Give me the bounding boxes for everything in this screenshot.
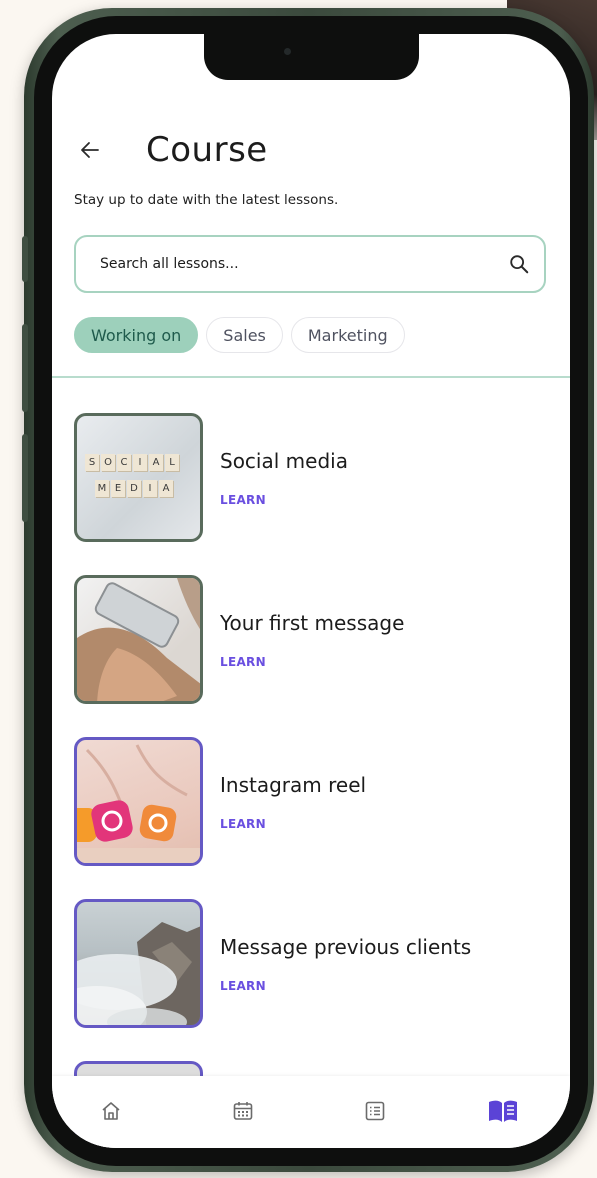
lesson-title: Message previous clients (220, 935, 472, 959)
header: Course (78, 130, 268, 170)
lesson-title: Your first message (220, 611, 405, 635)
thumbnail-tiles: M E D I A (95, 480, 175, 497)
chip-sales[interactable]: Sales (206, 317, 283, 353)
tile: C (117, 454, 131, 471)
search-placeholder: Search all lessons... (100, 256, 239, 272)
lesson-thumbnail (74, 575, 203, 704)
app-screen: Course Stay up to date with the latest l… (52, 34, 570, 1148)
notch (204, 34, 419, 80)
lesson-item[interactable]: Instagram reel LEARN (74, 737, 554, 899)
page-subtitle: Stay up to date with the latest lessons. (74, 192, 339, 208)
lesson-item[interactable]: Your first message LEARN (74, 575, 554, 737)
chip-marketing[interactable]: Marketing (290, 317, 405, 353)
phone-hands-image (77, 578, 200, 701)
lesson-thumbnail (74, 737, 203, 866)
lesson-item[interactable]: S O C I A L M E D I A Social media LEARN (74, 413, 554, 575)
page-title: Course (146, 130, 268, 170)
home-icon (102, 1102, 120, 1120)
tab-courses[interactable] (488, 1096, 518, 1126)
tile: M (95, 480, 109, 497)
phone-side-button (22, 434, 28, 522)
learn-link[interactable]: LEARN (220, 979, 266, 993)
lesson-title: Social media (220, 449, 348, 473)
phone-side-button (22, 324, 28, 412)
tab-home[interactable] (96, 1096, 126, 1126)
calendar-icon (233, 1102, 253, 1120)
search-input[interactable]: Search all lessons... (74, 235, 546, 293)
tile: E (111, 480, 125, 497)
divider (52, 376, 570, 378)
filter-chips: Working on Sales Marketing (74, 317, 413, 353)
chip-working-on[interactable]: Working on (74, 317, 199, 353)
learn-link[interactable]: LEARN (220, 493, 266, 507)
learn-link[interactable]: LEARN (220, 817, 266, 831)
lesson-item[interactable]: Message previous clients LEARN (74, 899, 554, 1061)
tile: I (133, 454, 147, 471)
tab-list[interactable] (360, 1096, 390, 1126)
lesson-thumbnail: S O C I A L M E D I A (74, 413, 203, 542)
thumbnail-tiles: S O C I A L (85, 454, 181, 471)
mountain-fog-image (77, 922, 200, 1025)
tile: I (143, 480, 157, 497)
tile: O (101, 454, 115, 471)
list-icon (365, 1101, 385, 1121)
tile: A (159, 480, 173, 497)
tile: A (149, 454, 163, 471)
tile: S (85, 454, 99, 471)
learn-link[interactable]: LEARN (220, 655, 266, 669)
book-icon (489, 1100, 517, 1122)
lesson-title: Instagram reel (220, 773, 367, 797)
phone-side-button (22, 236, 28, 282)
bottom-tab-bar (52, 1076, 570, 1148)
tab-calendar[interactable] (228, 1096, 258, 1126)
instagram-icons-image (77, 744, 200, 863)
lesson-thumbnail (74, 899, 203, 1028)
search-icon[interactable] (508, 253, 530, 275)
back-arrow-icon[interactable] (78, 138, 102, 162)
tile: D (127, 480, 141, 497)
camera (284, 48, 291, 55)
tile: L (165, 454, 179, 471)
lesson-list: S O C I A L M E D I A Social media LEARN (74, 413, 554, 1148)
